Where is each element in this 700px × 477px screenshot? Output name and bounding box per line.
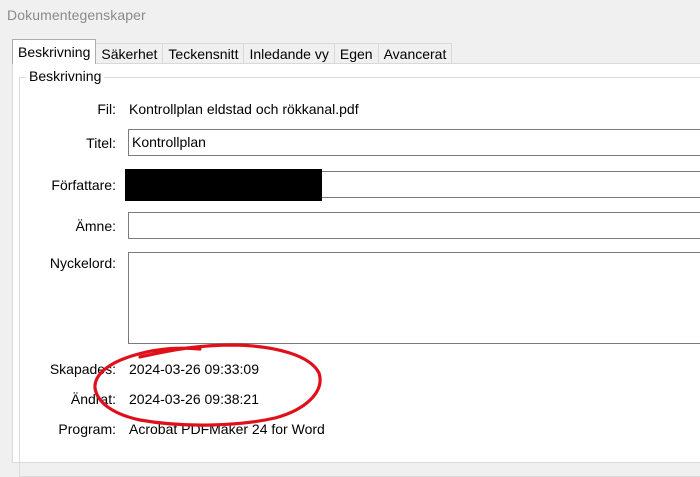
tab-egen[interactable]: Egen [333,43,379,64]
subject-field[interactable] [128,212,700,239]
modified-value: 2024-03-26 09:38:21 [129,391,259,407]
file-value: Kontrollplan eldstad och rökkanal.pdf [129,101,359,117]
program-label: Program: [58,421,116,437]
keywords-label: Nyckelord: [49,255,116,271]
modified-label: Ändrat: [70,391,116,407]
file-label: Fil: [97,101,116,117]
description-group-label: Beskrivning [26,68,105,84]
keywords-field[interactable] [128,252,700,344]
tab-sakerhet[interactable]: Säkerhet [95,43,164,64]
program-value: Acrobat PDFMaker 24 for Word [129,421,325,437]
author-redaction-bar [125,169,322,201]
tab-inledande-vy[interactable]: Inledande vy [243,43,335,64]
tab-teckensnitt[interactable]: Teckensnitt [162,43,245,64]
title-field[interactable]: Kontrollplan [128,129,700,156]
created-label: Skapades: [49,361,116,377]
tab-beskrivning[interactable]: Beskrivning [12,39,97,64]
window-title: Dokumentegenskaper [7,7,146,23]
created-value: 2024-03-26 09:33:09 [129,361,259,377]
tab-avancerat[interactable]: Avancerat [377,43,453,64]
subject-label: Ämne: [75,218,116,234]
title-label: Titel: [86,135,116,151]
author-label: Författare: [51,177,116,193]
tab-bar: Beskrivning Säkerhet Teckensnitt Inledan… [12,39,453,64]
